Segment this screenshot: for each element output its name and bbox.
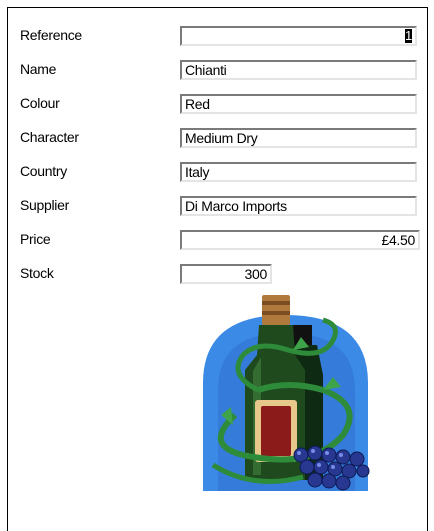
reference-field[interactable]: 1 xyxy=(180,26,417,46)
stock-label: Stock xyxy=(20,265,54,281)
country-field[interactable]: Italy xyxy=(180,162,417,182)
colour-field[interactable]: Red xyxy=(180,94,417,114)
reference-value: 1 xyxy=(405,28,412,43)
wine-bottle-grapes-icon xyxy=(203,295,370,491)
supplier-label: Supplier xyxy=(20,197,69,213)
country-label: Country xyxy=(20,163,67,179)
supplier-field[interactable]: Di Marco Imports xyxy=(180,196,417,216)
price-label: Price xyxy=(20,231,51,247)
reference-label: Reference xyxy=(20,27,82,43)
character-field[interactable]: Medium Dry xyxy=(180,128,417,148)
price-field[interactable]: £4.50 xyxy=(180,230,420,250)
name-field[interactable]: Chianti xyxy=(180,60,417,80)
colour-label: Colour xyxy=(20,95,60,111)
stock-field[interactable]: 300 xyxy=(180,264,272,284)
name-label: Name xyxy=(20,61,57,77)
character-label: Character xyxy=(20,129,79,145)
